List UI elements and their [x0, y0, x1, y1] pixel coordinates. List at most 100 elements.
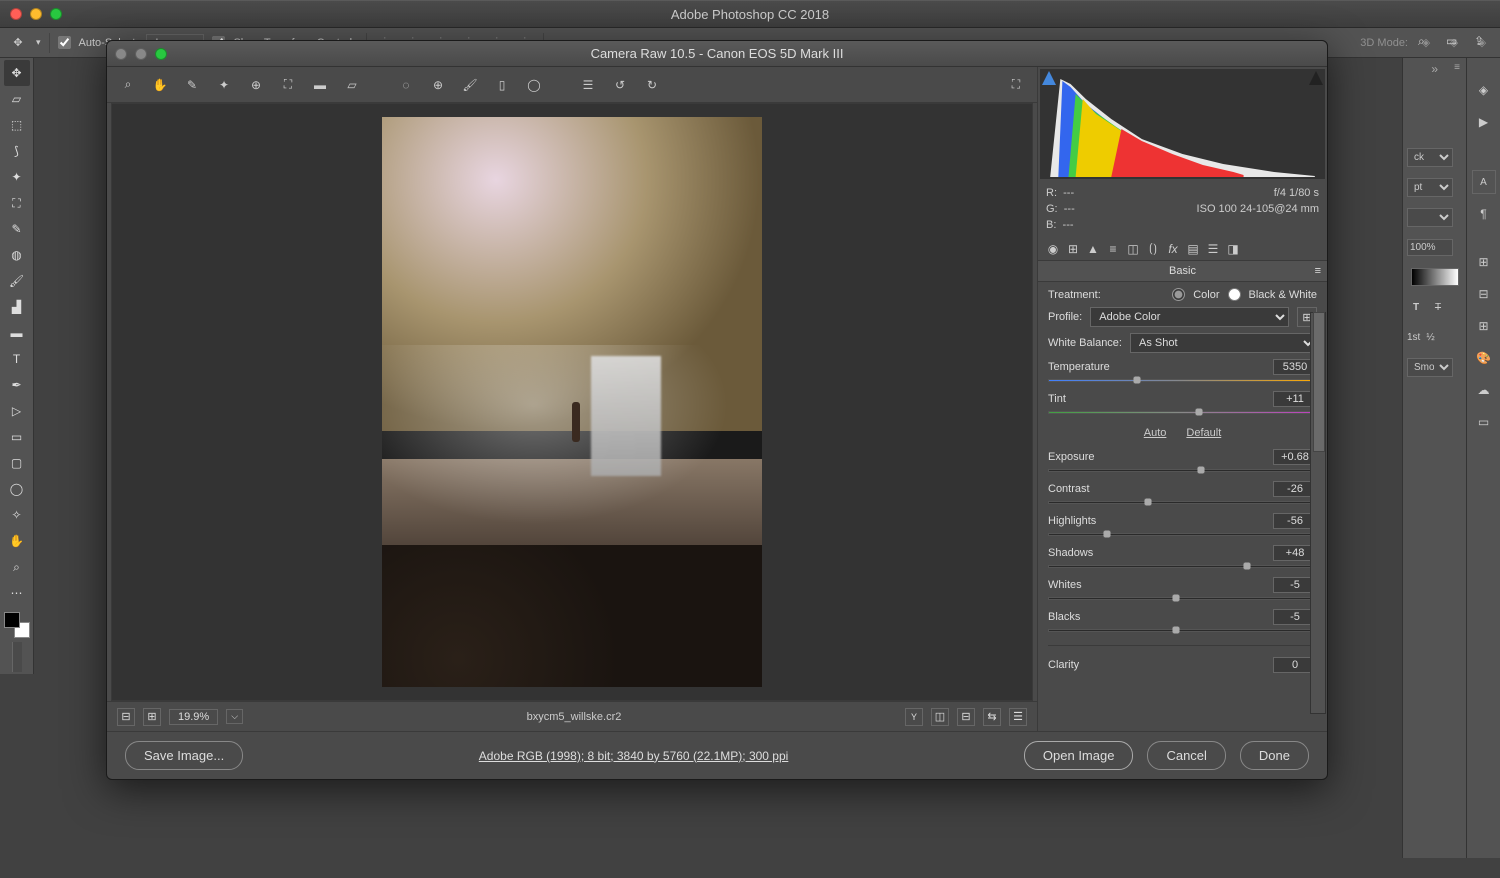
highlights-input[interactable] [1273, 513, 1317, 529]
save-image-button[interactable]: Save Image... [125, 741, 243, 770]
brush-tool[interactable]: 🖌 [4, 268, 30, 294]
temperature-input[interactable] [1273, 359, 1317, 375]
shadows-input[interactable] [1273, 545, 1317, 561]
before-after-swap[interactable]: ⇆ [983, 708, 1001, 726]
default-link[interactable]: Default [1186, 427, 1221, 439]
clarity-input[interactable] [1273, 657, 1317, 673]
actions-panel-icon[interactable]: ▶ [1472, 110, 1496, 134]
pen-tool[interactable]: ✒ [4, 372, 30, 398]
zoom-level[interactable]: 19.9% [169, 709, 218, 725]
tab-hsl[interactable]: ≡ [1104, 240, 1122, 258]
tab-basic[interactable]: ◉ [1044, 240, 1062, 258]
quick-select-tool[interactable]: ✦ [4, 164, 30, 190]
tab-lens[interactable]: ⟮⟯ [1144, 240, 1162, 258]
healing-tool[interactable]: ◍ [4, 242, 30, 268]
profile-dropdown[interactable]: Adobe Color [1090, 307, 1289, 327]
glyphs-panel-icon[interactable]: ⊞ [1472, 250, 1496, 274]
before-after-split-v[interactable]: ◫ [931, 708, 949, 726]
cr-color-sampler-tool[interactable]: ✦ [213, 74, 235, 96]
before-after-y[interactable]: Y [905, 708, 923, 726]
tint-input[interactable] [1273, 391, 1317, 407]
cr-straighten-tool[interactable]: ▬ [309, 74, 331, 96]
ellipse-tool[interactable]: ◯ [4, 476, 30, 502]
artboard-tool[interactable]: ▱ [4, 86, 30, 112]
libraries-panel-icon[interactable]: ☁ [1472, 378, 1496, 402]
font-dropdown[interactable]: ck [1407, 148, 1453, 167]
auto-select-checkbox[interactable] [58, 36, 71, 49]
cr-crop-tool[interactable]: ⛶ [277, 74, 299, 96]
gradient-tool[interactable]: ▬ [4, 320, 30, 346]
tab-split-toning[interactable]: ◫ [1124, 240, 1142, 258]
workspace-icon[interactable]: ▭ [1446, 34, 1464, 52]
cr-rotate-ccw[interactable]: ↺ [609, 74, 631, 96]
workflow-options-link[interactable]: Adobe RGB (1998); 8 bit; 3840 by 5760 (2… [257, 749, 1010, 763]
tab-presets[interactable]: ☰ [1204, 240, 1222, 258]
marquee-tool[interactable]: ⬚ [4, 112, 30, 138]
color-swatches[interactable] [4, 612, 30, 638]
treatment-color-radio[interactable] [1172, 288, 1185, 301]
properties-panel-icon[interactable]: ▭ [1472, 410, 1496, 434]
cr-prefs-icon[interactable]: ☰ [577, 74, 599, 96]
zoom-tool[interactable]: ⌕ [4, 554, 30, 580]
move-tool[interactable]: ✥ [4, 60, 30, 86]
path-select-tool[interactable]: ▷ [4, 398, 30, 424]
foreground-color[interactable] [4, 612, 20, 628]
toolbar-collapse[interactable] [12, 642, 22, 672]
rectangle-tool[interactable]: ▭ [4, 424, 30, 450]
cr-zoom-tool[interactable]: ⌕ [117, 74, 139, 96]
cr-close[interactable] [115, 48, 127, 60]
share-icon[interactable]: ⇪ [1474, 34, 1492, 52]
smooth-dropdown[interactable]: Smooth [1407, 358, 1453, 377]
tab-effects[interactable]: fx [1164, 240, 1182, 258]
cr-redeye-tool[interactable]: ⊕ [427, 74, 449, 96]
tab-calibration[interactable]: ▤ [1184, 240, 1202, 258]
tab-detail[interactable]: ▲ [1084, 240, 1102, 258]
cr-grad-filter-tool[interactable]: ▯ [491, 74, 513, 96]
cr-rotate-cw[interactable]: ↻ [641, 74, 663, 96]
cr-wb-tool[interactable]: ✎ [181, 74, 203, 96]
crop-tool[interactable]: ⛶ [4, 190, 30, 216]
rounded-rect-tool[interactable]: ▢ [4, 450, 30, 476]
swatches-panel-icon[interactable]: ⊞ [1472, 314, 1496, 338]
white-balance-dropdown[interactable]: As Shot [1130, 333, 1317, 353]
search-icon[interactable]: ⌕ [1418, 34, 1436, 52]
type-tool[interactable]: T [4, 346, 30, 372]
auto-link[interactable]: Auto [1144, 427, 1167, 439]
color-panel-icon[interactable]: 🎨 [1472, 346, 1496, 370]
histogram[interactable] [1040, 69, 1325, 179]
opacity-input[interactable] [1407, 239, 1453, 256]
maximize-window[interactable] [50, 8, 62, 20]
panel-menu-icon[interactable]: ≡ [1315, 265, 1321, 277]
treatment-bw-radio[interactable] [1228, 288, 1241, 301]
lasso-tool[interactable]: ⟆ [4, 138, 30, 164]
panel-collapse-icon[interactable]: » [1431, 62, 1438, 76]
paragraph-panel-icon[interactable]: ¶ [1472, 202, 1496, 226]
zoom-in-button[interactable]: ⊞ [143, 708, 161, 726]
edit-toolbar[interactable]: ⋯ [4, 580, 30, 606]
open-image-button[interactable]: Open Image [1024, 741, 1134, 770]
strikethrough-button[interactable]: T [1429, 298, 1447, 316]
panel-menu-icon[interactable]: ≡ [1454, 62, 1460, 73]
zoom-dropdown[interactable]: ⌵ [226, 709, 243, 724]
hand-tool[interactable]: ✋ [4, 528, 30, 554]
tab-snapshots[interactable]: ◨ [1224, 240, 1242, 258]
styles-panel-icon[interactable]: ⊟ [1472, 282, 1496, 306]
minimize-window[interactable] [30, 8, 42, 20]
zoom-out-button[interactable]: ⊟ [117, 708, 135, 726]
before-after-split-h[interactable]: ⊟ [957, 708, 975, 726]
layers-panel-icon[interactable]: ◈ [1472, 78, 1496, 102]
cr-target-adjust-tool[interactable]: ⊕ [245, 74, 267, 96]
cr-transform-tool[interactable]: ▱ [341, 74, 363, 96]
gradient-swatch[interactable] [1411, 268, 1459, 286]
exposure-input[interactable] [1273, 449, 1317, 465]
tracking-dropdown[interactable] [1407, 208, 1453, 227]
cr-minimize[interactable] [135, 48, 147, 60]
eyedropper-tool[interactable]: ✎ [4, 216, 30, 242]
whites-input[interactable] [1273, 577, 1317, 593]
image-preview[interactable] [111, 103, 1033, 701]
contrast-input[interactable] [1273, 481, 1317, 497]
cr-hand-tool[interactable]: ✋ [149, 74, 171, 96]
cr-spot-tool[interactable]: ◌ [395, 74, 417, 96]
cr-radial-filter-tool[interactable]: ◯ [523, 74, 545, 96]
tab-tone-curve[interactable]: ⊞ [1064, 240, 1082, 258]
